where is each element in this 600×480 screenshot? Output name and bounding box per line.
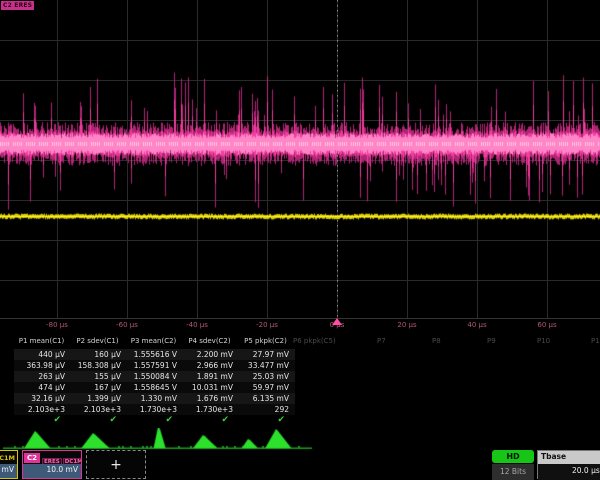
measurement-column-header-unused[interactable]: P8 xyxy=(432,337,441,345)
table-row: 363.98 µV158.308 µV1.557591 V2.966 mV33.… xyxy=(14,360,295,371)
status-ok-checkmark-icon: ✔ xyxy=(182,415,237,426)
measurement-value-cell: 2.200 mV xyxy=(182,349,237,360)
time-axis-label: -20 µs xyxy=(256,321,278,329)
measurement-value-cell: 6.135 mV xyxy=(238,393,293,404)
time-axis-label: 20 µs xyxy=(397,321,416,329)
measurement-column-header-unused[interactable]: P10 xyxy=(537,337,550,345)
measurement-column-header[interactable]: P1 mean(C1) xyxy=(14,336,69,347)
status-ok-checkmark-icon: ✔ xyxy=(70,415,125,426)
measurement-value-cell: 1.557591 V xyxy=(126,360,181,371)
trace-annotation-badge: C2 ERES xyxy=(1,1,34,10)
status-ok-checkmark-icon: ✔ xyxy=(126,415,181,426)
c1-descriptor-header: C1 DC1M xyxy=(0,451,17,464)
measurement-value-cell: 10.031 mV xyxy=(182,382,237,393)
timebase-value: 20.0 µs xyxy=(538,464,600,480)
measurement-value-cell: 1.558645 V xyxy=(126,382,181,393)
channel-descriptor-c2[interactable]: C2 ERESDC1M 10.0 mV xyxy=(22,450,82,479)
measurement-column-header[interactable]: P5 pkpk(C2) xyxy=(238,336,293,347)
measurement-value-cell: 1.555616 V xyxy=(126,349,181,360)
measurement-value-cell: 27.97 mV xyxy=(238,349,293,360)
measurement-value-cell: 2.103e+3 xyxy=(70,404,125,415)
measurement-value-cell: 1.676 mV xyxy=(182,393,237,404)
c2-descriptor-header: C2 ERESDC1M xyxy=(23,451,81,464)
measurement-value-cell: 1.891 mV xyxy=(182,371,237,382)
c2-badge-eres: ERES xyxy=(42,458,62,464)
time-axis-label: -60 µs xyxy=(116,321,138,329)
measurement-value-cell: 32.16 µV xyxy=(14,393,69,404)
timebase-title: Tbase xyxy=(538,451,600,464)
table-row: 263 µV155 µV1.550084 V1.891 mV25.03 mV xyxy=(14,371,295,382)
measurement-value-cell: 263 µV xyxy=(14,371,69,382)
waveform-display[interactable] xyxy=(0,0,600,318)
measurement-value-cell: 1.550084 V xyxy=(126,371,181,382)
status-ok-checkmark-icon: ✔ xyxy=(238,415,293,426)
measurement-column-header-unused[interactable]: P11 xyxy=(591,337,600,345)
histogram-trace xyxy=(0,428,600,452)
c1-vdiv-value: 10.0 mV xyxy=(0,464,17,478)
table-row: 440 µV160 µV1.555616 V2.200 mV27.97 mV xyxy=(14,349,295,360)
measurement-value-cell: 33.477 mV xyxy=(238,360,293,371)
time-axis-label: -40 µs xyxy=(186,321,208,329)
measurement-value-cell: 155 µV xyxy=(70,371,125,382)
measurement-value-cell: 474 µV xyxy=(14,382,69,393)
c2-vdiv-value: 10.0 mV xyxy=(23,464,81,478)
measurement-value-cell: 160 µV xyxy=(70,349,125,360)
measurement-column-header-unused[interactable]: P7 xyxy=(377,337,386,345)
timebase-descriptor[interactable]: Tbase 20.0 µs xyxy=(537,450,600,479)
plus-icon: + xyxy=(110,458,122,472)
trace-annotation-label: C2 ERES xyxy=(3,2,32,9)
c2-badge-dc1m: DC1M xyxy=(63,458,81,464)
hd-badge: HD xyxy=(492,450,534,463)
measurement-column-header[interactable]: P2 sdev(C1) xyxy=(70,336,125,347)
time-axis-label: 60 µs xyxy=(537,321,556,329)
table-row: 2.103e+32.103e+31.730e+31.730e+3292 xyxy=(14,404,295,415)
table-row: P1 mean(C1)P2 sdev(C1)P3 mean(C2)P4 sdev… xyxy=(14,336,295,347)
measurement-column-header[interactable]: P3 mean(C2) xyxy=(126,336,181,347)
measurement-column-header-unused[interactable]: P6 pkpk(C5) xyxy=(293,337,336,345)
measurement-value-cell: 1.730e+3 xyxy=(182,404,237,415)
measurement-value-cell: 25.03 mV xyxy=(238,371,293,382)
time-axis-label: 40 µs xyxy=(467,321,486,329)
measurement-value-cell: 1.730e+3 xyxy=(126,404,181,415)
measurement-value-cell: 363.98 µV xyxy=(14,360,69,371)
channel-descriptor-c1[interactable]: C1 DC1M 10.0 mV xyxy=(0,450,18,479)
scope-screen: C2 ERES -100 µs-80 µs-60 µs-40 µs-20 µs0… xyxy=(0,0,600,480)
c2-processing-badges: ERESDC1M xyxy=(41,451,81,464)
measurement-value-cell: 440 µV xyxy=(14,349,69,360)
table-row: 32.16 µV1.399 µV1.330 mV1.676 mV6.135 mV xyxy=(14,393,295,404)
measurement-value-cell: 59.97 mV xyxy=(238,382,293,393)
measurement-column-header-unused[interactable]: P9 xyxy=(487,337,496,345)
time-axis-label: -80 µs xyxy=(46,321,68,329)
c2-channel-chip: C2 xyxy=(24,453,40,463)
measurement-value-cell: 158.308 µV xyxy=(70,360,125,371)
hd-bits-label: 12 Bits xyxy=(492,464,534,480)
measurement-column-header[interactable]: P4 sdev(C2) xyxy=(182,336,237,347)
measurement-value-cell: 1.399 µV xyxy=(70,393,125,404)
measurement-value-cell: 2.103e+3 xyxy=(14,404,69,415)
hd-mode-indicator[interactable]: HD 12 Bits xyxy=(492,450,534,480)
time-axis: -100 µs-80 µs-60 µs-40 µs-20 µs0 µs20 µs… xyxy=(0,317,600,334)
measurement-value-cell: 292 xyxy=(238,404,293,415)
measurement-value-cell: 167 µV xyxy=(70,382,125,393)
c1-coupling-label: DC1M xyxy=(0,454,15,462)
add-trace-button[interactable]: + xyxy=(86,450,146,479)
table-row: ✔✔✔✔✔ xyxy=(14,415,295,426)
measurement-value-cell: 1.330 mV xyxy=(126,393,181,404)
trigger-position-marker[interactable] xyxy=(332,318,342,325)
measurement-value-cell: 2.966 mV xyxy=(182,360,237,371)
table-row: 474 µV167 µV1.558645 V10.031 mV59.97 mV xyxy=(14,382,295,393)
measurement-table: P1 mean(C1)P2 sdev(C1)P3 mean(C2)P4 sdev… xyxy=(0,336,600,428)
status-ok-checkmark-icon: ✔ xyxy=(14,415,69,426)
